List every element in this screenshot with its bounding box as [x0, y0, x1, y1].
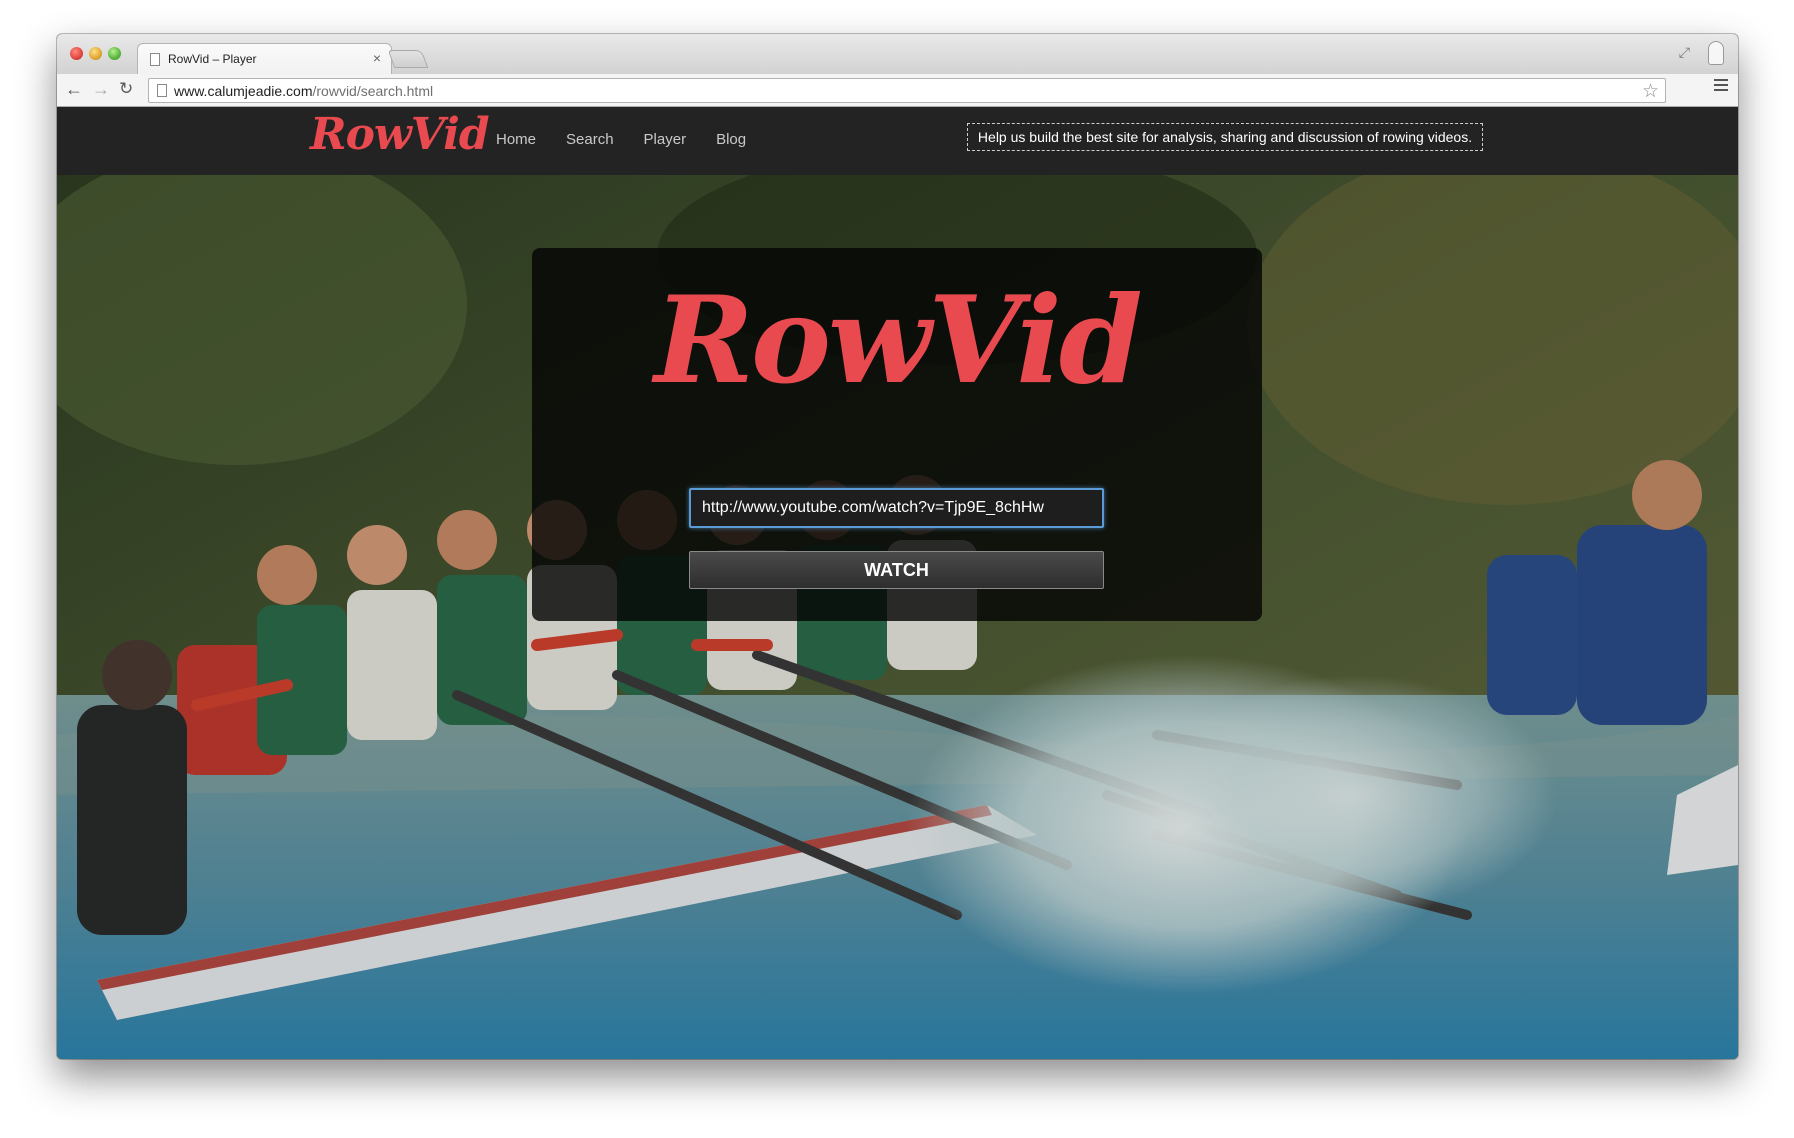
fullscreen-icon[interactable]: ⤢	[1679, 44, 1690, 61]
video-url-input[interactable]	[689, 488, 1104, 528]
nav-link-blog[interactable]: Blog	[716, 131, 746, 148]
window-close-button[interactable]	[70, 47, 83, 60]
bookmark-star-icon[interactable]: ☆	[1642, 80, 1659, 103]
page-content: RowVid Home Search Player Blog Help us b…	[57, 107, 1738, 1059]
browser-tab[interactable]: RowVid – Player ×	[137, 43, 392, 74]
window-maximize-button[interactable]	[108, 47, 121, 60]
browser-window: RowVid – Player × ⤢ ← → ↻ www.calumjeadi…	[57, 34, 1738, 1059]
hero-logo: RowVid	[654, 270, 1143, 411]
url-domain: www.calumjeadie.com	[174, 83, 313, 99]
site-navbar: RowVid Home Search Player Blog Help us b…	[57, 107, 1738, 175]
browser-toolbar: ← → ↻ www.calumjeadie.com/rowvid/search.…	[57, 74, 1738, 107]
back-arrow-icon[interactable]: ←	[65, 78, 83, 100]
window-minimize-button[interactable]	[89, 47, 102, 60]
nav-link-player[interactable]: Player	[644, 131, 687, 148]
forward-arrow-icon[interactable]: →	[92, 78, 110, 100]
hero-section: RowVid WATCH	[57, 175, 1738, 1059]
feedback-notice[interactable]: Help us build the best site for analysis…	[967, 123, 1483, 151]
nav-link-home[interactable]: Home	[496, 131, 536, 148]
address-url[interactable]: www.calumjeadie.com/rowvid/search.html	[174, 83, 433, 99]
profile-icon[interactable]	[1708, 41, 1724, 65]
nav-links: Home Search Player Blog	[496, 131, 776, 148]
tab-strip: RowVid – Player × ⤢	[57, 34, 1738, 74]
page-icon	[150, 53, 160, 66]
search-panel: RowVid WATCH	[532, 248, 1262, 621]
reload-icon[interactable]: ↻	[119, 78, 133, 100]
brand-logo[interactable]: RowVid	[310, 109, 490, 160]
menu-icon[interactable]	[1714, 79, 1728, 94]
tab-title: RowVid – Player	[168, 52, 257, 66]
watch-button[interactable]: WATCH	[689, 551, 1104, 589]
url-path: /rowvid/search.html	[312, 83, 434, 99]
new-tab-button[interactable]	[387, 50, 429, 68]
nav-link-search[interactable]: Search	[566, 131, 614, 148]
address-bar[interactable]: www.calumjeadie.com/rowvid/search.html ☆	[148, 78, 1666, 103]
page-icon	[157, 84, 167, 97]
tab-close-icon[interactable]: ×	[373, 50, 381, 66]
